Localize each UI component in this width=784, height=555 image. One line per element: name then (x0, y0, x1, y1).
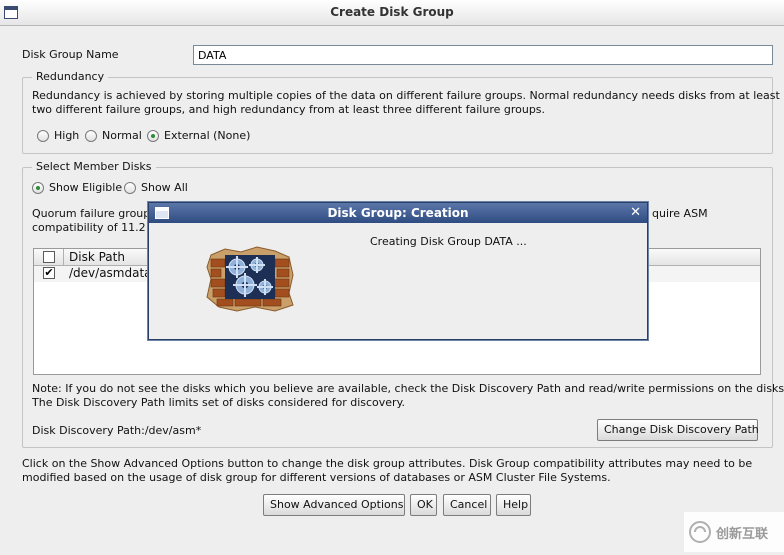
window-titlebar: Create Disk Group (0, 0, 784, 26)
help-button[interactable]: Help (496, 494, 531, 516)
dialog-titlebar: Disk Group: Creation ✕ (149, 203, 647, 223)
redundancy-description-2: two different failure groups, and high r… (32, 103, 546, 116)
advanced-text-2: modified based on the usage of disk grou… (22, 471, 611, 484)
watermark: 创新互联 (684, 512, 784, 552)
member-disks-title: Select Member Disks (32, 160, 156, 173)
radio-show-eligible[interactable] (32, 182, 44, 194)
change-discovery-path-button[interactable]: Change Disk Discovery Path (597, 419, 759, 441)
quorum-text-1: Quorum failure group (32, 207, 151, 220)
radio-high[interactable] (37, 130, 49, 142)
disk-group-name-label: Disk Group Name (22, 48, 119, 61)
creation-dialog: Disk Group: Creation ✕ Creating Disk Gro… (148, 202, 648, 340)
radio-show-all-label: Show All (141, 181, 188, 194)
advanced-text-1: Click on the Show Advanced Options butto… (22, 457, 753, 470)
dialog-message: Creating Disk Group DATA ... (370, 235, 527, 248)
column-disk-path[interactable]: Disk Path (69, 250, 125, 264)
ok-button[interactable]: OK (410, 494, 437, 516)
radio-external[interactable] (147, 130, 159, 142)
window-title: Create Disk Group (330, 5, 454, 19)
radio-show-all[interactable] (124, 182, 136, 194)
quorum-text-1-right: quire ASM (652, 207, 708, 220)
brick-gears-icon (206, 246, 294, 312)
redundancy-title: Redundancy (32, 70, 109, 83)
radio-normal[interactable] (85, 130, 97, 142)
redundancy-description-1: Redundancy is achieved by storing multip… (32, 89, 780, 102)
select-all-checkbox[interactable] (43, 251, 55, 263)
radio-show-eligible-label: Show Eligible (49, 181, 123, 194)
quorum-text-2: compatibility of 11.2 c (32, 221, 156, 234)
close-icon[interactable]: ✕ (630, 205, 641, 220)
radio-external-label: External (None) (164, 129, 251, 142)
watermark-text: 创新互联 (716, 527, 769, 542)
row-checkbox[interactable]: ✔ (43, 267, 55, 279)
row-disk-path: /dev/asmdata (69, 266, 152, 280)
discovery-path-label: Disk Discovery Path:/dev/asm* (32, 424, 202, 437)
show-advanced-options-button[interactable]: Show Advanced Options (263, 494, 405, 516)
cancel-button[interactable]: Cancel (443, 494, 491, 516)
note-text-1: Note: If you do not see the disks which … (32, 382, 784, 395)
disk-group-name-input[interactable] (193, 45, 773, 65)
radio-normal-label: Normal (102, 129, 142, 142)
dialog-title: Disk Group: Creation (327, 206, 469, 220)
radio-high-label: High (54, 129, 80, 142)
note-text-2: The Disk Discovery Path limits set of di… (32, 396, 406, 409)
